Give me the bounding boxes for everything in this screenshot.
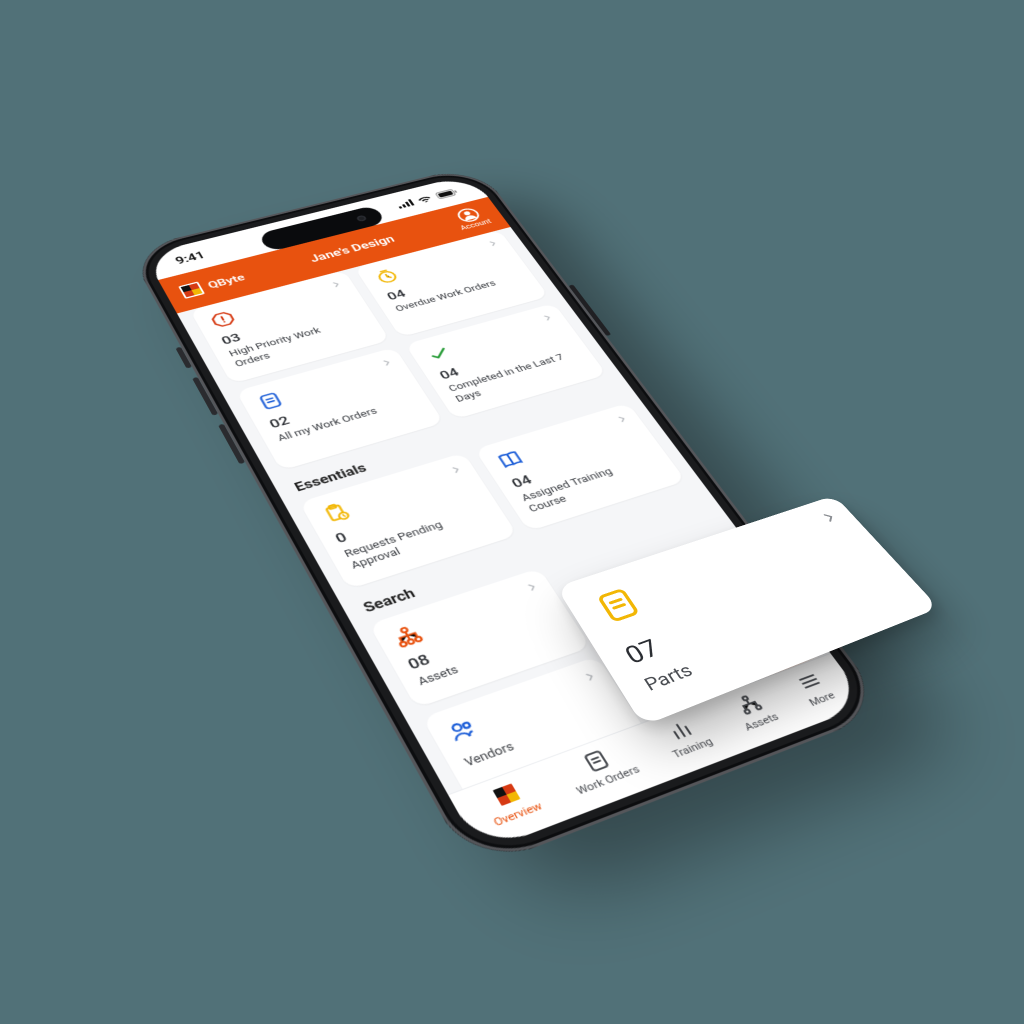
battery-icon (434, 188, 459, 200)
menu-icon (791, 668, 827, 695)
card-count: 08 (405, 609, 560, 674)
chevron-right-icon (522, 580, 542, 595)
tab-label: More (807, 690, 838, 709)
tab-work-orders[interactable]: Work Orders (560, 740, 643, 797)
status-time: 9:41 (173, 249, 207, 266)
check-icon (423, 343, 456, 365)
cellular-icon (396, 199, 415, 209)
card-label: Assets (416, 632, 556, 691)
chevron-right-icon (580, 669, 601, 685)
tab-more[interactable]: More (791, 668, 838, 709)
tab-label: Work Orders (574, 763, 642, 797)
chevron-right-icon (539, 312, 556, 323)
tab-label: Overview (491, 800, 544, 829)
bar-chart-icon (662, 716, 698, 744)
chevron-right-icon (485, 238, 502, 248)
overview-tab-icon (488, 780, 525, 810)
screen: 9:41 QByte (144, 174, 869, 853)
hierarchy-icon (731, 690, 767, 717)
card-assets[interactable]: 08 Assets (369, 568, 591, 708)
book-icon (493, 447, 528, 471)
tab-overview[interactable]: Overview (477, 776, 544, 829)
chevron-right-icon (328, 279, 345, 290)
alert-octagon-icon (207, 309, 239, 330)
document-icon (254, 389, 288, 412)
wifi-icon (415, 194, 434, 204)
tab-label: Training (670, 736, 715, 761)
people-icon (443, 715, 482, 746)
account-button[interactable]: Account (449, 205, 493, 232)
document-icon (588, 583, 648, 628)
chevron-right-icon (818, 510, 841, 525)
chevron-right-icon (378, 357, 396, 369)
card-label: Vendors (462, 709, 605, 772)
tab-training[interactable]: Training (655, 713, 716, 761)
tab-assets[interactable]: Assets (726, 689, 781, 734)
tab-label: Assets (742, 711, 781, 734)
card-count: 0 (332, 489, 480, 546)
document-icon (578, 747, 615, 776)
card-requests-pending[interactable]: 0 Requests Pending Approval (299, 452, 518, 589)
chevron-right-icon (447, 463, 466, 476)
brand-name: QByte (205, 271, 247, 290)
card-label: Requests Pending Approval (342, 509, 484, 573)
brand-logo-icon (178, 281, 205, 298)
chevron-right-icon (613, 413, 631, 425)
clipboard-clock-icon (318, 500, 353, 526)
hierarchy-icon (389, 622, 426, 651)
clock-alert-icon (371, 266, 403, 286)
